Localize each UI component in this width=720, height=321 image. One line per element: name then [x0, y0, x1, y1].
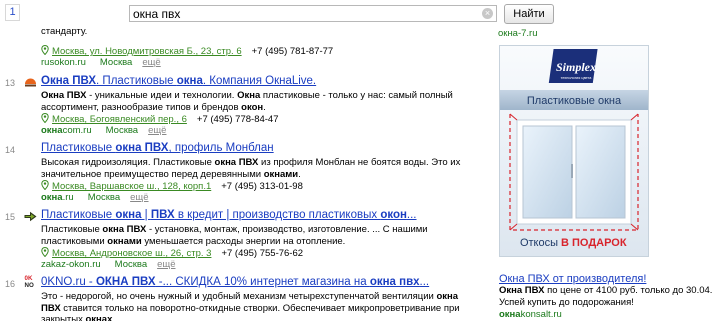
result-snippet: Пластиковые окна ПВХ - установка, монтаж… [41, 224, 428, 247]
result-address: Москва, ул. Новодмитровская Б., 23, стр.… [41, 44, 334, 57]
ad-banner[interactable]: Simplex технология цвета Пластиковые окн… [499, 45, 649, 257]
oknalive-favicon-icon [24, 77, 37, 88]
search-box[interactable]: × [129, 5, 497, 22]
search-header: 1 × Найти [0, 0, 720, 26]
window-illustration [509, 113, 639, 231]
result-meta: rusokon.ru Москва ещё [41, 57, 161, 68]
result-address: Москва, Богоявленский пер., 6 +7 (495) 77… [41, 112, 279, 125]
result-domain[interactable]: окнаcom.ru [41, 125, 92, 136]
banner-headline: Пластиковые окна [527, 95, 622, 107]
address-link[interactable]: Москва, Андроновское ш., 26, стр. 3 [52, 248, 211, 259]
banner-graphic: Simplex технология цвета Пластиковые окн… [500, 49, 648, 249]
result-number: 15 [5, 212, 16, 222]
result-number: 14 [5, 145, 16, 155]
search-button[interactable]: Найти [504, 4, 554, 24]
result-domain[interactable]: rusokon.ru [41, 57, 86, 68]
more-link[interactable]: ещё [148, 125, 166, 136]
ad-text: Окна ПВХ по цене от 4100 руб. только до … [499, 285, 713, 308]
banner-footer-text: Откосы [520, 237, 558, 249]
arrow-favicon-icon [24, 211, 37, 222]
simplex-logo: Simplex технология цвета [548, 49, 598, 83]
ad-domain[interactable]: окнаkonsalt.ru [499, 309, 562, 320]
result-region[interactable]: Москва [100, 57, 132, 68]
banner-footer-highlight: В ПОДАРОК [561, 237, 627, 249]
address-link[interactable]: Москва, Богоявленский пер., 6 [52, 114, 187, 125]
more-link[interactable]: ещё [142, 57, 160, 68]
result-title-link[interactable]: Пластиковые окна | ПВХ в кредит | произв… [41, 209, 417, 221]
result-domain[interactable]: окна.ru [41, 192, 74, 203]
map-pin-icon [41, 246, 49, 258]
svg-text:0K: 0K [25, 275, 33, 282]
ad-title-link[interactable]: Окна ПВХ от производителя! [499, 273, 646, 285]
map-pin-icon [41, 179, 49, 191]
result-address: Москва, Варшавское ш., 128, корп.1 +7 (49… [41, 179, 303, 192]
phone-number: +7 (495) 778-84-47 [196, 114, 279, 125]
page-number[interactable]: 1 [5, 4, 20, 21]
logo-brand: Simplex [556, 60, 596, 74]
address-link[interactable]: Москва, ул. Новодмитровская Б., 23, стр.… [52, 46, 242, 57]
result-meta: окна.ru Москва ещё [41, 192, 149, 203]
more-link[interactable]: ещё [157, 259, 175, 270]
search-input[interactable] [133, 7, 473, 21]
map-pin-icon [41, 112, 49, 124]
result-snippet: Окна ПВХ - уникальные идеи и технологии.… [41, 90, 453, 113]
result-snippet: Это - недорогой, но очень нужный и удобн… [41, 291, 460, 321]
map-pin-icon [41, 44, 49, 56]
more-link[interactable]: ещё [130, 192, 148, 203]
result-region[interactable]: Москва [115, 259, 147, 270]
result-title-link[interactable]: Окна ПВХ. Пластиковые окна. Компания Окн… [41, 75, 316, 87]
result-number: 13 [5, 78, 16, 88]
logo-tagline: технология цвета [561, 76, 593, 80]
result-domain[interactable]: zakaz-okon.ru [41, 259, 101, 270]
phone-number: +7 (495) 313-01-98 [221, 181, 303, 192]
result-meta: zakaz-okon.ru Москва ещё [41, 259, 176, 270]
result-snippet: Высокая гидроизоляция. Пластиковые окна … [41, 157, 461, 180]
result-title-link[interactable]: 0KNO.ru - ОКНА ПВХ -... СКИДКА 10% интер… [41, 276, 429, 288]
okno-favicon-icon: 0K NO [24, 274, 37, 289]
svg-text:NO: NO [25, 282, 34, 288]
phone-number: +7 (495) 755-76-62 [221, 248, 304, 259]
result-number: 16 [5, 279, 16, 289]
address-link[interactable]: Москва, Варшавское ш., 128, корп.1 [52, 181, 211, 192]
phone-number: +7 (495) 781-87-77 [251, 46, 334, 57]
result-region[interactable]: Москва [106, 125, 138, 136]
result-meta: окнаcom.ru Москва ещё [41, 125, 166, 136]
result-address: Москва, Андроновское ш., 26, стр. 3 +7 (4… [41, 246, 304, 259]
ad-domain[interactable]: окна-7.ru [498, 28, 538, 39]
result-title-link[interactable]: Пластиковые окна ПВХ, профиль Монблан [41, 142, 274, 154]
clear-icon[interactable]: × [482, 8, 493, 19]
result-region[interactable]: Москва [88, 192, 120, 203]
